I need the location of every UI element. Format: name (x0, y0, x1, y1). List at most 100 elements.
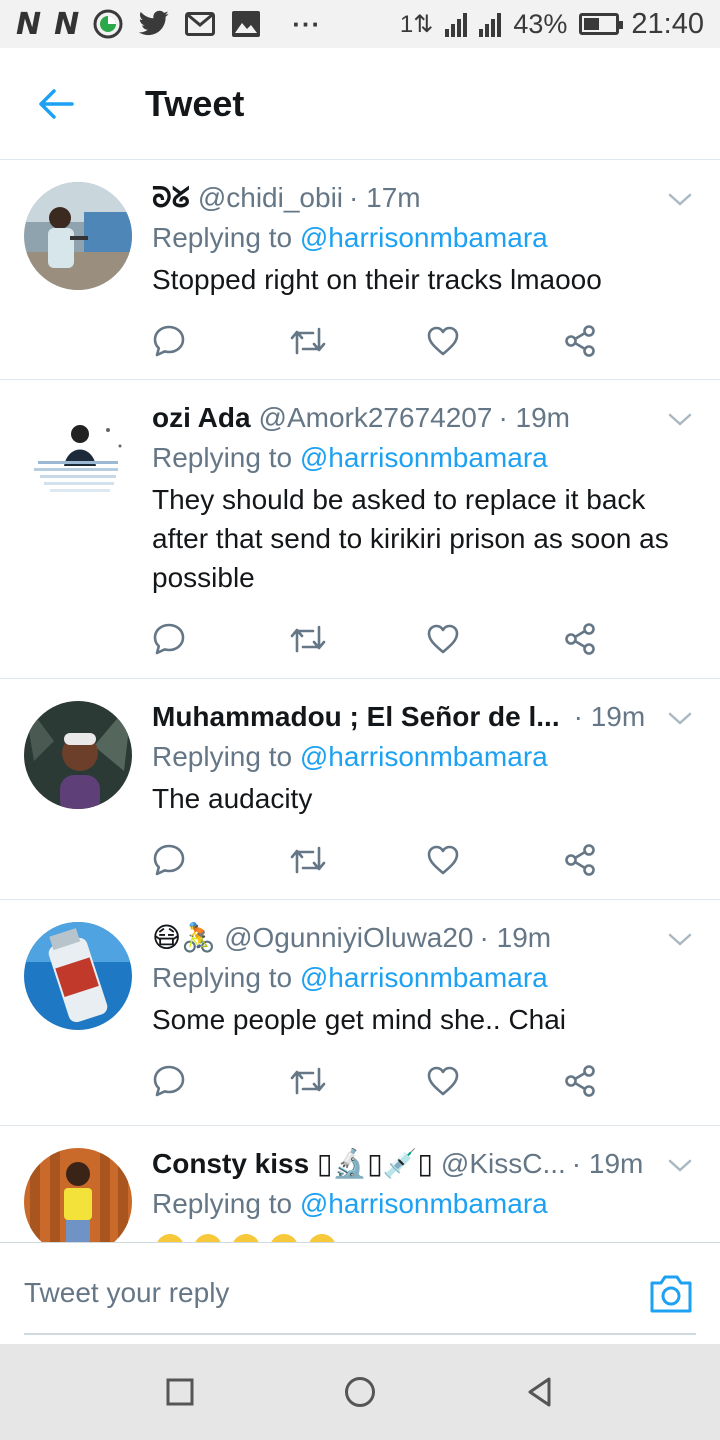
like-button[interactable] (426, 1065, 563, 1097)
timestamp: · 19m (571, 1148, 644, 1179)
retweet-button[interactable] (289, 326, 426, 356)
display-name[interactable]: ᘐᘜ (152, 178, 190, 218)
tweet-header: ᘐᘜ @chidi_obii · 17m (152, 178, 700, 218)
chevron-down-icon (668, 933, 692, 946)
tweet-header: ozi Ada @Amork27674207 · 19m (152, 398, 700, 438)
camera-icon (650, 1275, 692, 1313)
replying-to: Replying to @harrisonmbamara (152, 958, 700, 998)
tweet-text (152, 1226, 700, 1242)
tweet-header: Muhammadou ; El Señor de l... · 19m (152, 697, 700, 737)
tweet-item[interactable]: ᘐᘜ @chidi_obii · 17m Replying to @harris… (0, 160, 720, 380)
reply-button[interactable] (152, 622, 289, 656)
retweet-button[interactable] (289, 845, 426, 875)
tweet-actions (152, 1039, 700, 1123)
tweet-menu-button[interactable] (668, 928, 692, 952)
display-name[interactable]: Consty kiss ▯🔬▯💉▯ (152, 1144, 433, 1184)
mention-link[interactable]: @harrisonmbamara (300, 442, 548, 473)
tweet-item[interactable]: 😷🚴 @OgunniyiOluwa20 · 19m Replying to @h… (0, 900, 720, 1126)
tweet-menu-button[interactable] (668, 408, 692, 432)
replying-to: Replying to @harrisonmbamara (152, 1184, 700, 1224)
avatar[interactable] (24, 182, 132, 290)
tweet-text: Some people get mind she.. Chai (152, 1004, 567, 1035)
reply-button[interactable] (152, 843, 289, 877)
timestamp: · 19m (498, 402, 571, 433)
like-button[interactable] (426, 844, 563, 876)
home-button[interactable] (342, 1374, 378, 1410)
tweet-actions (152, 597, 700, 681)
twitter-bird-icon (138, 8, 170, 40)
user-handle[interactable]: @chidi_obii (198, 178, 343, 218)
gmail-icon (184, 8, 216, 40)
user-handle[interactable]: @Amork27674207 (259, 398, 493, 438)
share-button[interactable] (563, 324, 700, 358)
back-nav-button[interactable] (522, 1374, 558, 1410)
signal-strength-icon (445, 11, 468, 37)
reply-list[interactable]: ᘐᘜ @chidi_obii · 17m Replying to @harris… (0, 160, 720, 1242)
tweet-item[interactable]: Consty kiss ▯🔬▯💉▯ @KissC... · 19m Replyi… (0, 1126, 720, 1242)
mention-link[interactable]: @harrisonmbamara (300, 962, 548, 993)
tweet-menu-button[interactable] (668, 188, 692, 212)
share-icon (565, 623, 595, 655)
clock: 21:40 (631, 7, 704, 40)
share-icon (565, 1065, 595, 1097)
recents-square-icon (166, 1378, 194, 1406)
like-button[interactable] (426, 325, 563, 357)
mention-link[interactable]: @harrisonmbamara (300, 741, 548, 772)
mention-link[interactable]: @harrisonmbamara (300, 222, 548, 253)
retweet-button[interactable] (289, 624, 426, 654)
timer-icon (92, 8, 124, 40)
user-handle[interactable]: @OgunniyiOluwa20 (224, 918, 473, 958)
reply-icon (153, 1065, 185, 1097)
heart-icon (427, 1066, 459, 1096)
replying-label: Replying to (152, 1188, 300, 1219)
replying-label: Replying to (152, 442, 300, 473)
tweet-item[interactable]: Muhammadou ; El Señor de l... · 19m Repl… (0, 679, 720, 900)
share-icon (565, 844, 595, 876)
avatar[interactable] (24, 1148, 132, 1242)
tweet-menu-button[interactable] (668, 1154, 692, 1178)
replying-label: Replying to (152, 741, 300, 772)
tweet-header: Consty kiss ▯🔬▯💉▯ @KissC... · 19m (152, 1144, 700, 1184)
back-button[interactable] (0, 48, 112, 160)
top-app-bar: Tweet (0, 48, 720, 160)
replying-to: Replying to @harrisonmbamara (152, 218, 700, 258)
recents-button[interactable] (162, 1374, 198, 1410)
chevron-down-icon (668, 413, 692, 426)
home-circle-icon (345, 1377, 375, 1407)
reply-icon (153, 844, 185, 876)
overflow-indicator: ··· (292, 8, 322, 39)
avatar[interactable] (24, 922, 132, 1030)
user-handle[interactable]: @KissC... (441, 1144, 566, 1184)
mention-link[interactable]: @harrisonmbamara (300, 1188, 548, 1219)
gallery-icon (230, 8, 262, 40)
carrier-n-icon: N (54, 6, 79, 42)
tweet-item[interactable]: ozi Ada @Amork27674207 · 19m Replying to… (0, 380, 720, 679)
retweet-button[interactable] (289, 1066, 426, 1096)
battery-percent: 43% (513, 8, 568, 39)
like-button[interactable] (426, 623, 563, 655)
reply-icon (153, 325, 185, 357)
network-activity-icon: 1⇅ (399, 10, 434, 38)
display-name[interactable]: Muhammadou ; El Señor de l... (152, 697, 560, 737)
tweet-menu-button[interactable] (668, 707, 692, 731)
share-button[interactable] (563, 843, 700, 877)
avatar[interactable] (24, 406, 132, 514)
timestamp: · 17m (349, 182, 421, 213)
avatar[interactable] (24, 701, 132, 809)
camera-button[interactable] (648, 1273, 694, 1315)
heart-icon (427, 326, 459, 356)
tweet-actions (152, 299, 700, 383)
retweet-icon (290, 327, 326, 355)
display-name[interactable]: ozi Ada (152, 398, 251, 438)
input-underline (24, 1333, 696, 1335)
carrier-n-icon: N (16, 6, 41, 42)
chevron-down-icon (668, 1159, 692, 1172)
arrow-left-icon (39, 88, 74, 119)
reply-input[interactable]: Tweet your reply (24, 1277, 229, 1309)
share-button[interactable] (563, 622, 700, 656)
reply-button[interactable] (152, 324, 289, 358)
display-name[interactable]: 😷🚴 (152, 918, 216, 958)
page-title: Tweet (145, 82, 245, 124)
reply-button[interactable] (152, 1064, 289, 1098)
share-button[interactable] (563, 1064, 700, 1098)
